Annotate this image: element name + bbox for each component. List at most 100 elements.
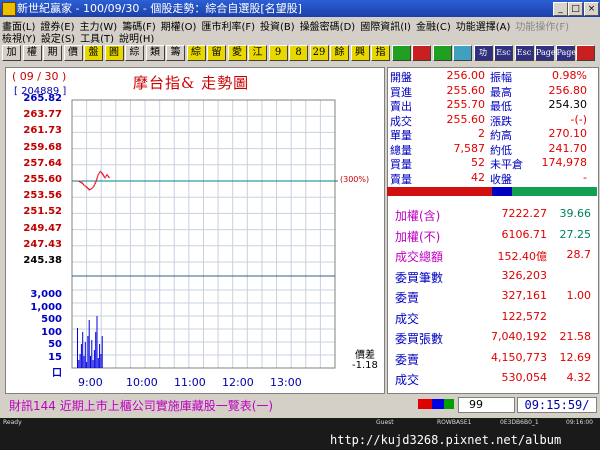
quote-label: 收盤	[490, 172, 512, 186]
market-value: 327,161	[501, 289, 548, 302]
page-box[interactable]: 99	[458, 397, 515, 413]
market-label: 委買筆數	[395, 270, 444, 285]
quote-value: -(-)	[570, 112, 587, 126]
price-tick-label: 249.47	[23, 222, 62, 234]
status-guest: Guest	[376, 419, 394, 426]
quote-value: 256.80	[548, 83, 588, 97]
diff-value: -1.18	[352, 360, 378, 371]
price-tick-label: 247.43	[23, 238, 62, 250]
watermark: http://kujd3268.pixnet.net/album	[330, 433, 562, 447]
quote-value: 2	[478, 127, 485, 140]
time-tick-label: 9:00	[78, 376, 103, 389]
volume-bar	[86, 362, 88, 368]
volume-tick-label: 15	[48, 351, 62, 363]
volume-tick-label: 100	[41, 326, 62, 338]
time-tick-label: 11:00	[174, 376, 206, 389]
quote-value: 0.98%	[552, 69, 587, 82]
volume-bar	[84, 342, 86, 368]
market-label: 成交	[395, 373, 420, 387]
market-label: 加權(不)	[395, 229, 441, 244]
market-label: 委買張數	[395, 332, 444, 346]
market-change: 39.66	[559, 207, 592, 220]
volume-tick-label: 500	[41, 314, 62, 325]
volume-bar	[101, 336, 103, 368]
price-tick-label: 245.38	[23, 255, 62, 266]
page-number: 99	[469, 398, 483, 411]
market-row: 加權(不) 6106.71 27.25	[387, 228, 597, 244]
quote-value: 255.60	[446, 83, 486, 97]
market-row: 成交 122,572	[387, 310, 597, 326]
volume-bar	[78, 360, 80, 368]
volume-tick-label: 3,000	[30, 289, 62, 300]
volume-bar	[82, 332, 84, 368]
volume-bar	[96, 316, 98, 368]
market-label: 成交	[395, 311, 420, 326]
market-row: 委賣 4,150,773 12.69	[387, 351, 597, 367]
volume-bar	[97, 358, 99, 368]
market-row: 委賣 327,161 1.00	[387, 289, 597, 305]
market-change: 27.25	[559, 227, 592, 241]
quote-value: 270.10	[548, 127, 588, 140]
quote-value: -	[583, 170, 587, 184]
market-label: 委賣	[395, 291, 420, 305]
market-row: 委買張數 7,040,192 21.58	[387, 330, 597, 346]
status-extra: 0E3DB6B0_1	[500, 419, 539, 426]
market-value: 7222.27	[501, 207, 548, 220]
volume-tick-label: 50	[48, 339, 62, 350]
status-ready: Ready	[3, 419, 22, 426]
quote-value: 52	[471, 156, 485, 169]
market-value: 530,054	[501, 371, 548, 384]
time-tick-label: 12:00	[222, 376, 254, 389]
volume-bar	[79, 354, 81, 368]
ratio-blue	[492, 187, 512, 196]
quote-value: 241.70	[548, 141, 588, 155]
market-row: 成交 530,054 4.32	[387, 371, 597, 387]
volume-bar	[92, 360, 94, 368]
volume-bar	[87, 336, 89, 368]
quote-value: 255.60	[446, 112, 486, 126]
time-tick-label: 10:00	[126, 376, 158, 389]
volume-bar	[93, 350, 95, 368]
chart-title: 摩台指& 走勢圖	[133, 74, 250, 92]
price-tick-label: 253.56	[23, 190, 62, 202]
status-server: ROWBASE1	[437, 419, 472, 426]
mini-indicator	[418, 399, 454, 409]
quote-value: 42	[471, 170, 485, 184]
price-tick-label: 255.60	[23, 174, 62, 185]
market-value: 4,150,773	[491, 350, 547, 364]
news-ticker[interactable]: 財訊144 近期上市上櫃公司實施庫藏股一覽表(一)	[9, 397, 273, 414]
market-change: 12.69	[559, 350, 592, 364]
volume-bar	[88, 320, 90, 368]
volume-tick-label: 1,000	[30, 301, 62, 313]
price-tick-label: 257.64	[23, 157, 62, 169]
quote-value: 255.70	[446, 98, 486, 111]
quote-value: 254.30	[548, 98, 588, 111]
market-row: 委買筆數 326,203	[387, 269, 597, 285]
market-value: 6106.71	[501, 227, 548, 241]
volume-bar	[77, 328, 78, 368]
volume-bar	[90, 356, 91, 368]
market-change: 1.00	[566, 289, 592, 302]
quote-value: 174,978	[541, 156, 588, 169]
market-label: 委賣	[395, 352, 420, 367]
volume-bar	[80, 344, 82, 368]
ratio-red	[387, 187, 492, 196]
market-change: 4.32	[566, 371, 592, 384]
buy-sell-ratio-bar	[387, 187, 597, 196]
volume-tick-label: 口	[52, 368, 62, 379]
status-time: 09:16:00	[566, 419, 593, 426]
market-value: 122,572	[501, 309, 548, 323]
time-tick-label: 13:00	[270, 376, 302, 389]
volume-bar	[100, 354, 102, 368]
market-value: 326,203	[501, 268, 548, 282]
market-label: 加權(含)	[395, 209, 441, 223]
market-value: 7,040,192	[491, 330, 547, 343]
quote-row: 賣量 42 收盤 -	[387, 171, 597, 187]
reference-tag: (300%)	[340, 175, 370, 184]
ratio-green	[512, 187, 597, 196]
price-tick-label: 261.73	[23, 125, 62, 137]
market-change: 28.7	[566, 248, 592, 261]
market-row: 加權(含) 7222.27 39.66	[387, 207, 597, 223]
price-tick-label: 265.82	[23, 93, 62, 104]
price-tick-label: 251.52	[23, 206, 62, 218]
